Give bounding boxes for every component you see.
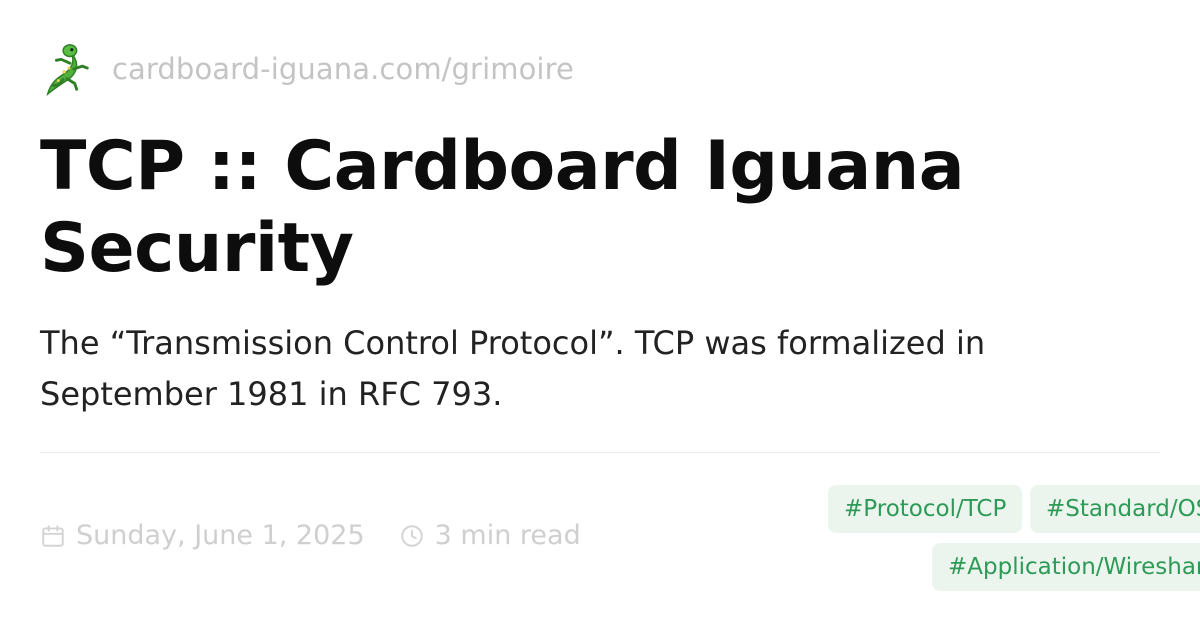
calendar-icon	[42, 524, 64, 547]
lizard-icon[interactable]	[40, 42, 94, 96]
site-url[interactable]: cardboard-iguana.com/grimoire	[112, 52, 574, 86]
post-meta: Sunday, June 1, 2025 3 min read	[40, 520, 581, 551]
divider	[40, 452, 1160, 453]
post-summary: The “Transmission Control Protocol”. TCP…	[40, 324, 986, 413]
tag-protocol-tcp[interactable]: #Protocol/TCP	[828, 485, 1023, 533]
read-time: 3 min read	[399, 520, 581, 551]
tag-list: #Protocol/TCP #Standard/OSI #Application…	[828, 485, 1200, 597]
read-time-text: 3 min read	[434, 520, 581, 551]
clock-icon	[400, 524, 423, 547]
page-title: TCP :: Cardboard Iguana Security	[40, 127, 965, 288]
tag-application-wireshark[interactable]: #Application/Wireshark	[932, 543, 1200, 591]
site-header: cardboard-iguana.com/grimoire	[40, 40, 574, 98]
publish-date-text: Sunday, June 1, 2025	[76, 520, 365, 551]
publish-date: Sunday, June 1, 2025	[40, 520, 365, 551]
tag-standard-osi[interactable]: #Standard/OSI	[1030, 485, 1200, 533]
